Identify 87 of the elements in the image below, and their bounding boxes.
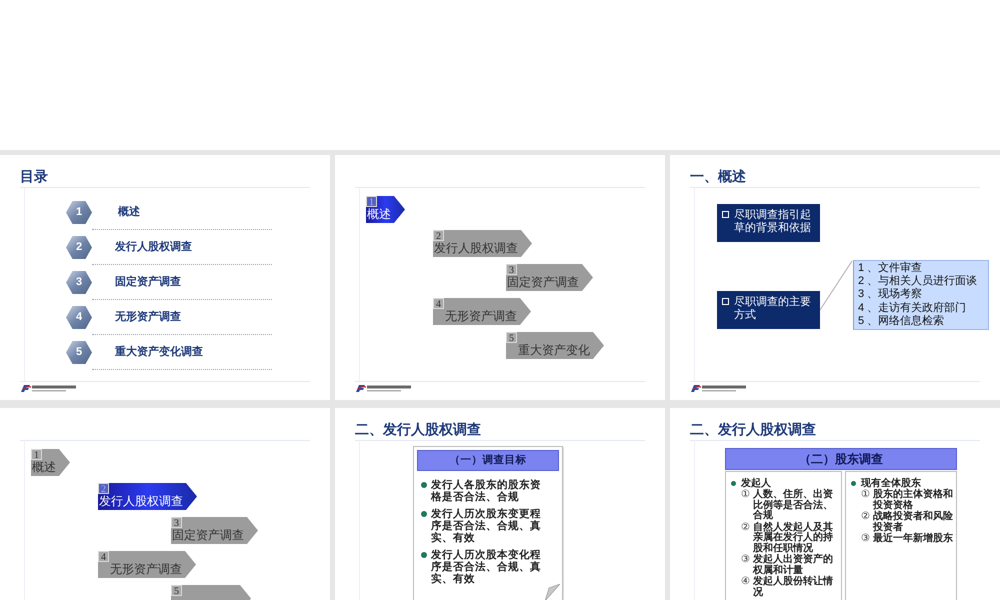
item-marker: ③ (861, 534, 871, 544)
agenda-number: 3 (506, 264, 517, 275)
slide-thumbnail[interactable]: 二、发行人股权调查 （二）股东调查 发起人 ① 人数、住所、出资比例等是否合法、合规 ② 自然人发起人及其亲属在发行人的持股和任职情况 ③ 发起人出资资产的权属和计量 ④ 发起人股份转让情况 现有全体股东 ① 股东的主体资格和投资资格 ② 战略投资者和风险投资者 ③ 最近一年新增股东 (670, 408, 1000, 600)
slide-title: 一、概述 (690, 168, 746, 184)
toc-label: 概述 (118, 204, 140, 220)
agenda-chevron[interactable]: 1 概述 (366, 196, 405, 223)
bullet-icon (731, 481, 736, 486)
point-text: 尽职调查的主要方式 (734, 296, 812, 322)
toc-label: 重大资产变化调查 (115, 344, 203, 360)
slide-thumbnail[interactable]: 目录 1 概述 2 发行人股权调查 3 固定资产调查 4 无形资产调查 5 重大资产变化调查 (0, 155, 330, 400)
agenda-number: 1 (366, 196, 377, 207)
logo-icon (355, 384, 413, 393)
checkbox-icon (722, 211, 729, 218)
agenda-chevron[interactable]: 1 概述 (31, 449, 70, 476)
slide-title: 二、发行人股权调查 (690, 421, 816, 437)
method-item: 5 、网络信息检索 (858, 314, 946, 328)
agenda-chevron[interactable]: 4 无形资产调查 (98, 551, 196, 578)
toc-label: 发行人股权调查 (115, 240, 192, 255)
item-marker: ① (741, 490, 751, 500)
item-marker: ③ (741, 555, 751, 566)
method-item: 4 、走访有关政府部门 (858, 302, 968, 314)
agenda-label: 固定资产调查 (171, 528, 244, 543)
agenda-chevron[interactable]: 3 固定资产调查 (506, 264, 593, 291)
group-label: 发起人 (741, 478, 771, 489)
agenda-number: 4 (433, 298, 444, 309)
item-marker: ① (861, 490, 871, 500)
item-text: 战略投资者和风险投资者 (873, 512, 954, 532)
agenda-number: 1 (31, 449, 42, 460)
number-badge: 1 (66, 201, 92, 224)
item-marker: ④ (741, 577, 751, 588)
logo-icon (690, 384, 748, 393)
method-item: 2 、与相关人员进行面谈 (858, 275, 978, 288)
number-badge: 5 (66, 341, 92, 364)
agenda-label: 无形资产调查 (109, 562, 182, 577)
agenda-number: 5 (506, 332, 517, 343)
agenda-number: 2 (98, 483, 109, 494)
card-heading: （一）调查目标 (417, 450, 559, 471)
agenda-label: 重大资产变化 (517, 343, 590, 358)
item-text: 自然人发起人及其亲属在发行人的持股和任职情况 (753, 522, 834, 554)
agenda-number: 3 (171, 517, 182, 528)
page-curl-icon (545, 584, 560, 600)
agenda-label: 发行人股权调查 (98, 494, 183, 509)
agenda-label: 概述 (366, 207, 391, 222)
agenda-number: 5 (171, 585, 182, 596)
bullet-icon (421, 552, 427, 558)
item-marker: ② (861, 512, 871, 522)
agenda-label: 发行人股权调查 (433, 241, 518, 256)
agenda-chevron[interactable]: 2 发行人股权调查 (98, 483, 197, 510)
agenda-chevron[interactable]: 5 (171, 585, 251, 600)
bullet-text: 发行人各股东的股东资格是否合法、合规 (431, 479, 542, 503)
agenda-chevron[interactable]: 4 无形资产调查 (433, 298, 531, 325)
slide-thumbnail[interactable]: 二、发行人股权调查 （一）调查目标 发行人各股东的股东资格是否合法、合规 发行人历次股东变更程序是否合法、合规、真实、有效 发行人历次股本变化程序是否合法、合规、真实、有效 (335, 408, 665, 600)
agenda-number: 4 (98, 551, 109, 562)
panel-heading: （二）股东调查 (725, 448, 957, 470)
method-item: 3 、现场考察 (858, 288, 924, 302)
agenda-chevron[interactable]: 5 重大资产变化 (506, 332, 604, 359)
bullet-icon (421, 482, 427, 488)
number-badge: 4 (66, 306, 92, 329)
number-badge: 2 (66, 236, 92, 259)
method-item: 1 、文件审查 (858, 262, 924, 274)
agenda-chevron[interactable]: 3 固定资产调查 (171, 517, 258, 544)
toc-label: 无形资产调查 (115, 310, 181, 325)
checkbox-icon (722, 298, 729, 305)
slide-thumbnail[interactable]: 1 概述 2 发行人股权调查 3 固定资产调查 4 无形资产调查 5 重大资产变化 (335, 155, 665, 400)
agenda-label: 概述 (31, 460, 56, 475)
item-text: 人数、住所、出资比例等是否合法、合规 (753, 490, 834, 522)
bullet-icon (851, 481, 856, 486)
slide-title: 二、发行人股权调查 (355, 421, 481, 437)
bullet-text: 发行人历次股本变化程序是否合法、合规、真实、有效 (431, 549, 542, 585)
item-marker: ② (741, 522, 751, 533)
agenda-label: 固定资产调查 (506, 275, 579, 290)
group-label: 现有全体股东 (861, 478, 921, 489)
agenda-chevron[interactable]: 2 发行人股权调查 (433, 230, 532, 257)
agenda-label: 无形资产调查 (444, 309, 517, 324)
logo-icon (20, 384, 78, 393)
bullet-text: 发行人历次股东变更程序是否合法、合规、真实、有效 (431, 508, 542, 544)
slide-thumbnail[interactable]: 1 概述 2 发行人股权调查 3 固定资产调查 4 无形资产调查 5 (0, 408, 330, 600)
number-badge: 3 (66, 271, 92, 294)
point-text: 尽职调查指引起草的背景和依据 (734, 209, 812, 235)
item-text: 股东的主体资格和投资资格 (873, 490, 954, 510)
item-text: 发起人股份转让情况 (753, 577, 834, 598)
agenda-number: 2 (433, 230, 444, 241)
leader-line (820, 260, 852, 310)
bullet-icon (421, 511, 427, 517)
slide-thumbnail[interactable]: 一、概述 尽职调查指引起草的背景和依据 尽职调查的主要方式 1 、文件审查 2 、与相关人员进行面谈 3 、现场考察 4 、走访有关政府部门 5 、网络信息检索 (670, 155, 1000, 400)
toc-label: 固定资产调查 (115, 274, 181, 290)
slide-title: 目录 (20, 168, 48, 184)
